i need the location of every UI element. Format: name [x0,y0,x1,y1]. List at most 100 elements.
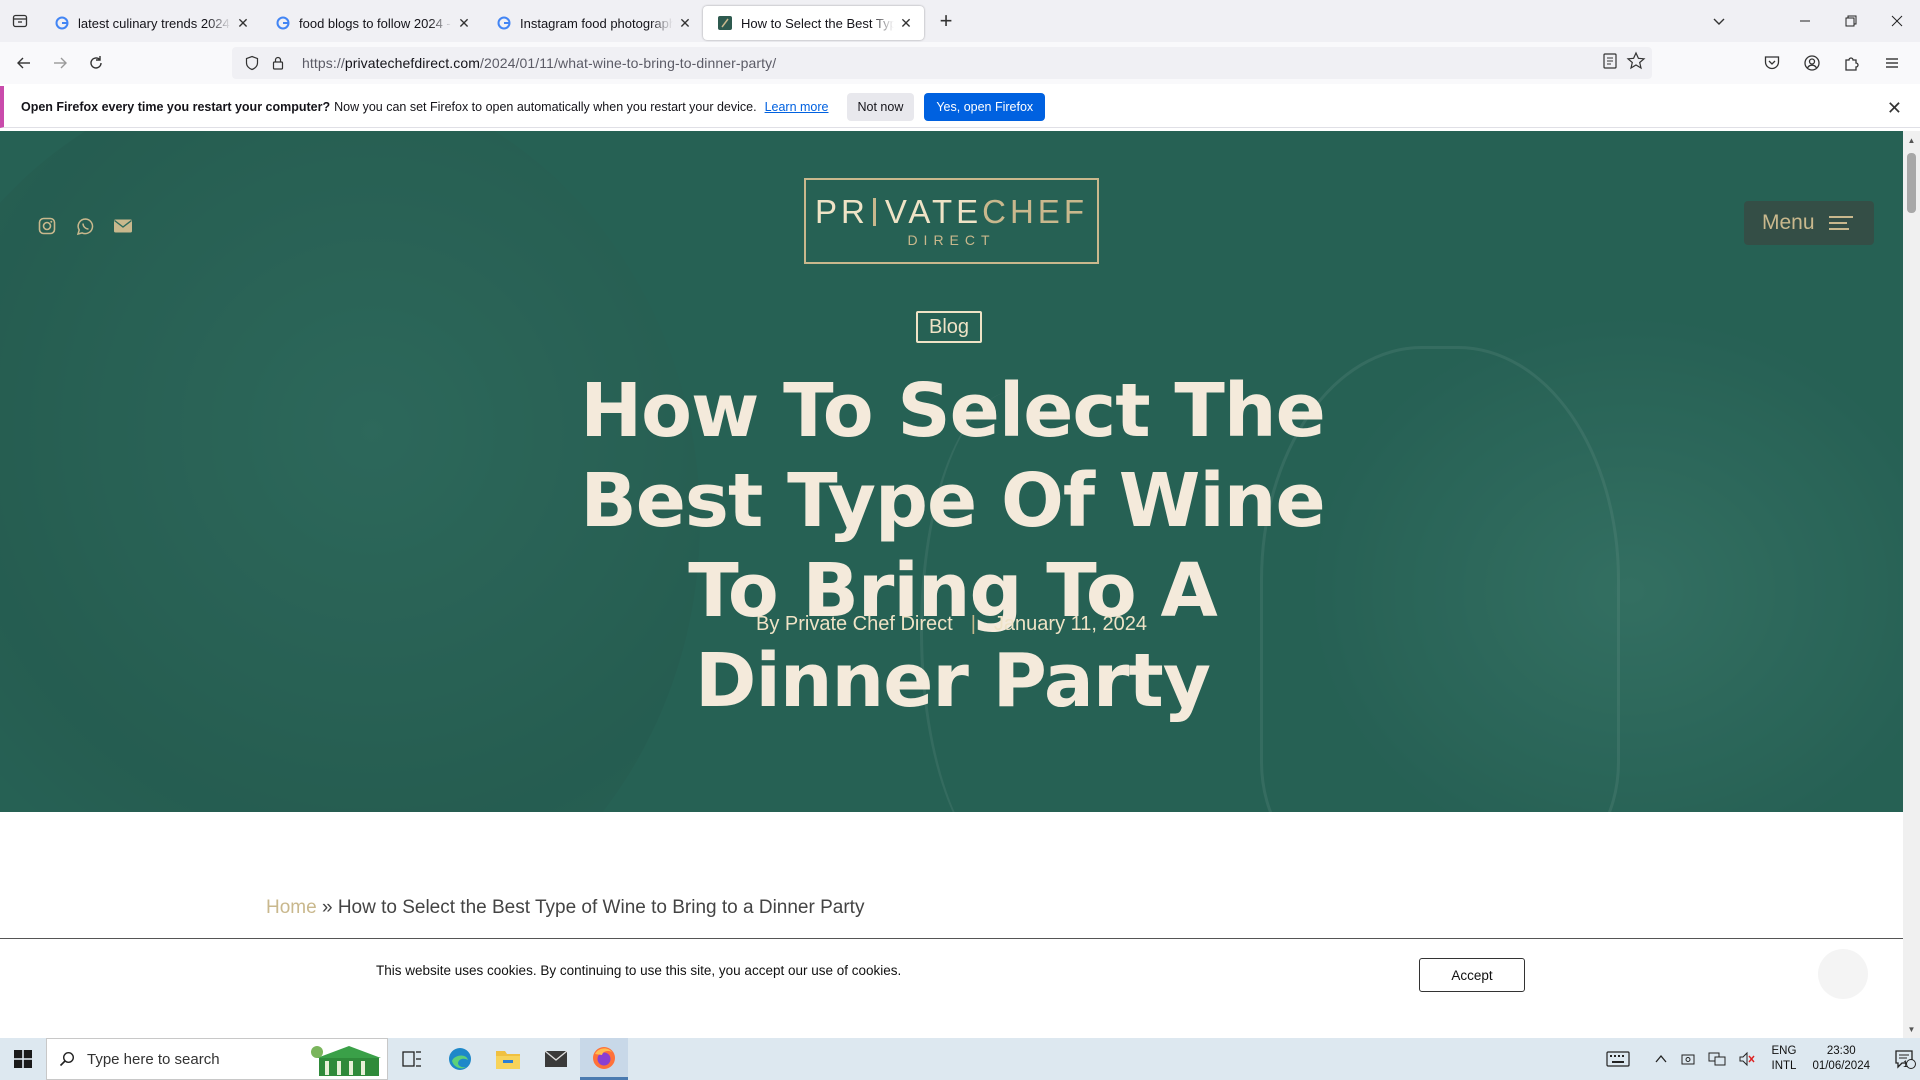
learn-more-link[interactable]: Learn more [765,100,829,114]
account-icon [1804,55,1820,71]
tab-food-blogs[interactable]: food blogs to follow 2024 - Google Searc… [261,6,482,40]
scrollbar-thumb[interactable] [1907,153,1916,213]
instagram-icon[interactable] [36,215,58,237]
article-title: How To Select The Best Type Of Wine To B… [580,368,1326,724]
whatsapp-icon[interactable] [74,215,96,237]
page-viewport: PR VATECHEF DIRECT Menu Blog How To Selec… [0,131,1903,1038]
logo-wordmark: PR VATECHEF [815,192,1088,230]
accept-cookies-button[interactable]: Accept [1419,958,1525,992]
article-date: January 11, 2024 [993,613,1147,635]
breadcrumb: Home » How to Select the Best Type of Wi… [266,897,864,919]
taskbar-firefox[interactable] [580,1038,628,1080]
hamburger-icon [1828,212,1853,234]
page-scrollbar[interactable]: ▲ ▼ [1903,131,1920,1038]
url-text: https://privatechefdirect.com/2024/01/11… [302,55,777,71]
tab-instagram-tips[interactable]: Instagram food photography tips - Google… [482,6,703,40]
hamburger-icon [1886,58,1898,68]
firefox-view-button[interactable] [0,0,40,42]
close-tab-icon[interactable]: ✕ [677,15,693,31]
edge-icon [449,1048,471,1070]
reader-view-icon[interactable] [1600,51,1620,76]
account-button[interactable] [1796,47,1828,79]
google-icon [54,15,70,31]
windows-taskbar: Type here to search ENG INTL 23:30 01/06/2… [0,1038,1920,1080]
system-tray: ENG INTL 23:30 01/06/2024 1 [1600,1038,1920,1080]
search-placeholder: Type here to search [87,1050,220,1068]
tab-culinary-trends[interactable]: latest culinary trends 2024 - Google Sea… [40,6,261,40]
close-tab-icon[interactable]: ✕ [235,15,251,31]
floating-chat-button[interactable] [1818,949,1868,999]
input-language[interactable]: ENG INTL [1772,1044,1797,1074]
restore-icon [1845,15,1857,27]
logo-subtitle: DIRECT [907,231,996,248]
restore-button[interactable] [1828,0,1874,42]
article-meta: By Private Chef Direct | January 11, 2024 [0,613,1903,636]
arrow-left-icon [17,57,30,69]
address-bar[interactable]: https://privatechefdirect.com/2024/01/11… [232,47,1652,79]
lock-icon[interactable] [266,51,290,75]
breadcrumb-current: How to Select the Best Type of Wine to B… [337,897,865,918]
forward-button[interactable] [44,47,76,79]
reload-button[interactable] [80,47,112,79]
site-icon [717,15,733,31]
google-icon [496,15,512,31]
tab-title: How to Select the Best Type of Wine to B… [741,15,894,31]
not-now-button[interactable]: Not now [846,92,915,121]
firefox-view-icon [12,14,28,28]
bookmark-star-icon[interactable] [1626,51,1646,76]
list-all-tabs-button[interactable] [1696,0,1742,42]
taskbar-edge[interactable] [436,1038,484,1080]
close-tab-icon[interactable]: ✕ [456,15,472,31]
search-icon [59,1051,75,1067]
yes-open-firefox-button[interactable]: Yes, open Firefox [924,92,1046,121]
category-badge[interactable]: Blog [916,311,983,343]
minimize-button[interactable] [1782,0,1828,42]
envelope-icon[interactable] [112,215,134,237]
tab-title: Instagram food photography tips - Google… [520,15,673,31]
cookie-text: This website uses cookies. By continuing… [376,963,902,978]
window-controls [1696,0,1920,42]
puzzle-icon [1845,57,1859,71]
tab-wine-article[interactable]: How to Select the Best Type of Wine to B… [703,6,924,40]
tab-title: latest culinary trends 2024 - Google Sea… [78,15,231,31]
taskbar-file-explorer[interactable] [484,1038,532,1080]
system-clock[interactable]: 23:30 01/06/2024 [1812,1044,1870,1074]
breadcrumb-home-link[interactable]: Home [266,897,317,918]
windows-logo-icon [14,1050,32,1068]
chevron-down-icon [1713,18,1725,25]
menu-label: Menu [1762,211,1815,234]
pocket-button[interactable] [1756,47,1788,79]
notification-text: Now you can set Firefox to open automati… [334,99,757,114]
tab-strip: latest culinary trends 2024 - Google Sea… [0,0,1920,42]
keyboard-icon[interactable] [1605,1051,1630,1067]
close-tab-icon[interactable]: ✕ [898,15,914,31]
new-tab-button[interactable]: + [928,3,964,39]
close-window-button[interactable] [1874,0,1920,42]
article-author[interactable]: By Private Chef Direct [756,613,953,635]
taskbar-search-box[interactable]: Type here to search [46,1038,388,1080]
scroll-up-icon[interactable]: ▲ [1903,133,1920,147]
firefox-icon [593,1046,615,1069]
app-menu-button[interactable] [1876,47,1908,79]
meet-now-icon[interactable] [1680,1051,1696,1067]
folder-icon [496,1051,520,1069]
network-icon[interactable] [1708,1051,1726,1067]
menu-button[interactable]: Menu [1744,201,1874,245]
taskbar-mail[interactable] [532,1038,580,1080]
close-icon [1891,15,1903,27]
start-button[interactable] [0,1038,46,1080]
reload-icon [90,56,102,69]
scroll-down-icon[interactable]: ▼ [1903,1022,1920,1036]
social-links [36,215,134,237]
notification-heading: Open Firefox every time you restart your… [21,99,331,114]
tracking-protection-icon[interactable] [240,51,264,75]
site-logo[interactable]: PR VATECHEF DIRECT [804,178,1099,264]
chevron-up-icon[interactable] [1654,1052,1668,1066]
action-center-button[interactable]: 1 [1882,1049,1920,1069]
task-view-button[interactable] [388,1038,436,1080]
back-button[interactable] [8,47,40,79]
extensions-button[interactable] [1836,47,1868,79]
close-notification-icon[interactable]: ✕ [1887,98,1902,119]
volume-muted-icon[interactable] [1738,1051,1756,1067]
cookie-banner: This website uses cookies. By continuing… [0,938,1903,1038]
